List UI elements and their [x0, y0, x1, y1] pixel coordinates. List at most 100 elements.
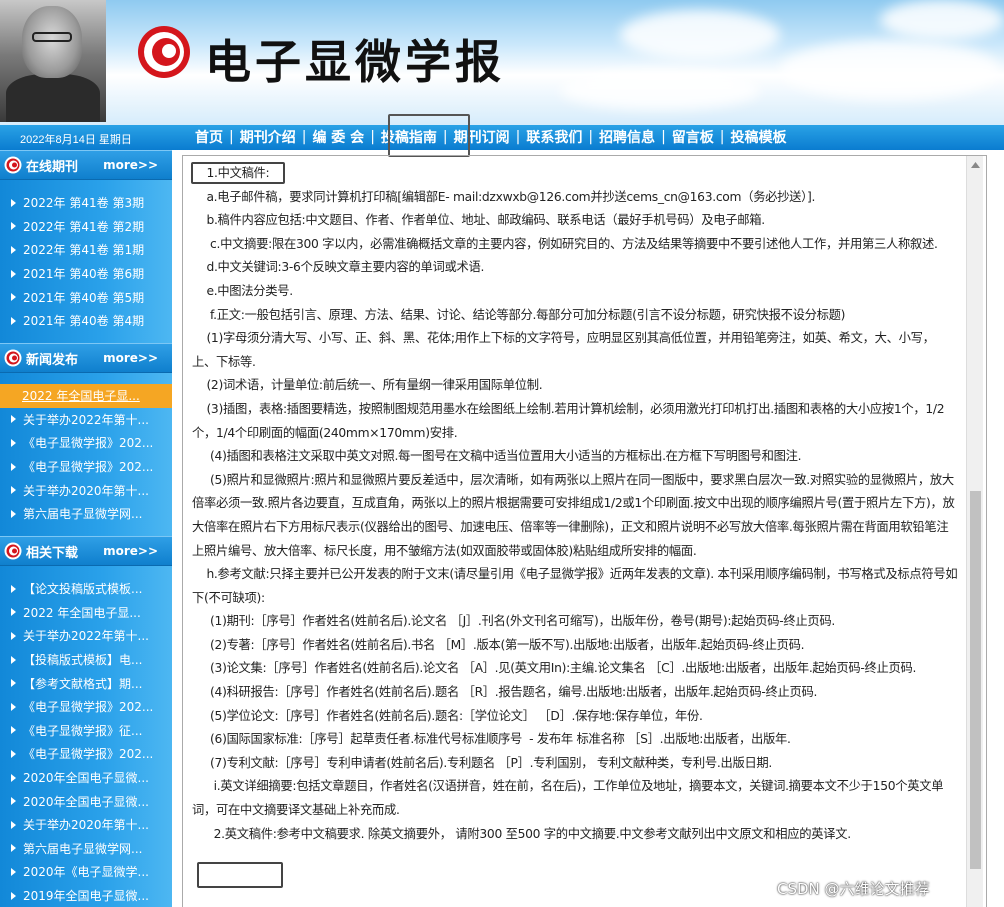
- selected-nav-highlight: [388, 114, 470, 157]
- sidebar-section-title: 新闻发布: [26, 352, 79, 368]
- sidebar-item[interactable]: 《电子显微学报》202...: [0, 431, 172, 455]
- sidebar-item[interactable]: 《电子显微学报》征...: [0, 719, 172, 743]
- article-paragraph: h.参考文献:只择主要并已公开发表的附于文末(请尽量引用《电子显微学报》近两年发…: [192, 567, 958, 605]
- sidebar-item[interactable]: 关于举办2022年第十...: [0, 408, 172, 432]
- article-paragraph: (1)期刊:［序号］作者姓名(姓前名后).论文名 ［J］.刊名(外文刊名可缩写)…: [192, 614, 835, 629]
- nav-item[interactable]: 编 委 会: [307, 127, 369, 147]
- sidebar-item-label: 【投稿版式模板】电...: [23, 653, 143, 668]
- bullet-arrow-icon: [11, 415, 16, 424]
- nav-item[interactable]: 期刊介绍: [235, 127, 301, 147]
- nav-item[interactable]: 首页: [190, 127, 228, 147]
- bullet-arrow-icon: [11, 655, 16, 664]
- article-paragraph: (3)插图，表格:插图要精选，按照制图规范用墨水在绘图纸上绘制.若用计算机绘制，…: [192, 401, 945, 440]
- bullet-arrow-icon: [11, 269, 16, 278]
- article-paragraph: (2)专著:［序号］作者姓名(姓前名后).书名 ［M］.版本(第一版不写).出版…: [192, 637, 805, 652]
- sidebar: 在线期刊 more>> 2022年 第41卷 第3期 2022年 第41卷 第2期 20…: [0, 150, 172, 907]
- highlight-english-manuscript: [197, 862, 283, 888]
- sidebar-item-label: 《电子显微学报》202...: [23, 700, 154, 715]
- sidebar-section-title: 在线期刊: [26, 159, 79, 175]
- main-nav: 首页 | 期刊介绍 | 编 委 会 | 投稿指南 | 期刊订阅 | 联系我们 | 招聘信息 | 留言板 | 投稿…: [190, 126, 792, 148]
- article-paragraph: (3)论文集:［序号］作者姓名(姓前名后).论文名 ［A］.见(英文用In):主…: [192, 661, 917, 676]
- sidebar-item[interactable]: 2022年 第41卷 第3期: [0, 191, 172, 215]
- sidebar-item-active[interactable]: 2022 年全国电子显...: [0, 384, 172, 408]
- sidebar-section-title: 相关下载: [26, 545, 79, 561]
- bullet-arrow-icon: [11, 608, 16, 617]
- sidebar-item[interactable]: 2019年全国电子显微...: [0, 884, 172, 907]
- bullet-arrow-icon: [11, 867, 16, 876]
- sidebar-item-label: 【参考文献格式】期...: [23, 676, 143, 691]
- nav-separator: |: [370, 129, 375, 145]
- sidebar-item-label: 关于举办2020年第十...: [23, 818, 149, 833]
- more-link[interactable]: more>>: [103, 544, 158, 558]
- sidebar-item[interactable]: 2020年《电子显微学...: [0, 860, 172, 884]
- sidebar-item[interactable]: 2021年 第40卷 第6期: [0, 262, 172, 286]
- section-logo-icon: [4, 542, 22, 560]
- sidebar-item[interactable]: 2021年 第40卷 第4期: [0, 309, 172, 333]
- article-paragraph: (4)科研报告:［序号］作者姓名(姓前名后).题名 ［R］.报告题名，编号.出版…: [192, 685, 818, 700]
- bullet-arrow-icon: [11, 198, 16, 207]
- sidebar-item[interactable]: 《电子显微学报》202...: [0, 455, 172, 479]
- site-header: 电子显微学报: [0, 0, 1004, 125]
- sidebar-item-label: 关于举办2022年第十...: [23, 629, 149, 644]
- bullet-arrow-icon: [11, 679, 16, 688]
- sidebar-item[interactable]: 《电子显微学报》202...: [0, 695, 172, 719]
- nav-item[interactable]: 留言板: [667, 127, 719, 147]
- sidebar-item[interactable]: 【参考文献格式】期...: [0, 671, 172, 695]
- sidebar-item-label: 第六届电子显微学网...: [23, 841, 143, 856]
- more-link[interactable]: more>>: [103, 351, 158, 365]
- article-paragraph: (2)词术语，计量单位:前后统一、所有量纲一律采用国际单位制.: [192, 378, 543, 393]
- nav-separator: |: [719, 129, 725, 145]
- sidebar-item[interactable]: 2020年全国电子显微...: [0, 789, 172, 813]
- sidebar-item[interactable]: 2022年 第41卷 第2期: [0, 215, 172, 239]
- sidebar-list: 2022 年全国电子显... 关于举办2022年第十... 《电子显微学报》202.…: [0, 384, 172, 526]
- sidebar-item[interactable]: 关于举办2020年第十...: [0, 813, 172, 837]
- article-paragraph: a.电子邮件稿，要求同计算机打印稿[编辑部E- mail:dzxwxb@126.…: [192, 189, 816, 204]
- article-paragraph: d.中文关键词:3-6个反映文章主要内容的单词或术语.: [192, 260, 485, 275]
- sidebar-section-header: 新闻发布 more>>: [0, 343, 172, 373]
- scrollbar[interactable]: [966, 156, 983, 907]
- scroll-up-icon[interactable]: [967, 158, 984, 172]
- nav-separator: |: [229, 129, 234, 145]
- sidebar-item[interactable]: 【论文投稿版式模板...: [0, 577, 172, 601]
- sidebar-item[interactable]: 2022 年全国电子显...: [0, 601, 172, 625]
- sidebar-item[interactable]: 第六届电子显微学网...: [0, 502, 172, 526]
- sidebar-item[interactable]: 关于举办2020年第十...: [0, 478, 172, 502]
- nav-item[interactable]: 招聘信息: [594, 127, 660, 147]
- sidebar-item-label: 2022年 第41卷 第1期: [23, 243, 145, 258]
- bullet-arrow-icon: [11, 316, 16, 325]
- current-date: 2022年8月14日 星期日: [20, 134, 132, 146]
- sidebar-item-label: 2020年全国电子显微...: [23, 771, 149, 786]
- bullet-arrow-icon: [11, 293, 16, 302]
- sidebar-item-label: 2022年 第41卷 第2期: [23, 219, 145, 234]
- sidebar-item[interactable]: 【投稿版式模板】电...: [0, 648, 172, 672]
- sidebar-item-label: 关于举办2020年第十...: [23, 483, 149, 498]
- more-link[interactable]: more>>: [103, 158, 158, 172]
- sidebar-item[interactable]: 《电子显微学报》202...: [0, 742, 172, 766]
- sidebar-item[interactable]: 2020年全国电子显微...: [0, 766, 172, 790]
- bullet-arrow-icon: [11, 702, 16, 711]
- section-logo-icon: [4, 349, 22, 367]
- nav-item[interactable]: 联系我们: [521, 127, 587, 147]
- sidebar-item-label: 2020年《电子显微学...: [23, 865, 149, 880]
- scroll-thumb[interactable]: [970, 491, 981, 869]
- bullet-arrow-icon: [11, 891, 16, 900]
- article-paragraph: e.中图法分类号.: [192, 283, 293, 298]
- nav-separator: |: [661, 129, 666, 145]
- article-paragraph: 2.英文稿件:参考中文稿要求. 除英文摘要外， 请附300 至500 字的中文摘…: [192, 826, 852, 841]
- sidebar-item[interactable]: 第六届电子显微学网...: [0, 837, 172, 861]
- sidebar-item[interactable]: 2021年 第40卷 第5期: [0, 285, 172, 309]
- sidebar-item-label: 【论文投稿版式模板...: [23, 582, 143, 597]
- nav-item[interactable]: 投稿模板: [726, 127, 792, 147]
- sidebar-item[interactable]: 2022年 第41卷 第1期: [0, 238, 172, 262]
- sidebar-item-label: 2019年全国电子显微...: [23, 889, 149, 904]
- article-paragraph: (5)照片和显微照片:照片和显微照片要反差适中，层次清晰，如有两张以上照片在同一…: [192, 472, 955, 558]
- bullet-arrow-icon: [11, 820, 16, 829]
- bullet-arrow-icon: [11, 726, 16, 735]
- article-paragraph: (5)学位论文:［序号］作者姓名(姓前名后).题名:［学位论文］ ［D］.保存地…: [192, 708, 703, 723]
- article-paragraph: (7)专利文献:［序号］专利申请者(姓前名后).专利题名 ［P］.专利国别， 专…: [192, 755, 773, 770]
- sidebar-item[interactable]: 关于举办2022年第十...: [0, 624, 172, 648]
- section-logo-icon: [4, 156, 22, 174]
- nav-separator: |: [301, 129, 307, 145]
- sidebar-item-label: 2020年全国电子显微...: [23, 794, 149, 809]
- bullet-arrow-icon: [11, 222, 16, 231]
